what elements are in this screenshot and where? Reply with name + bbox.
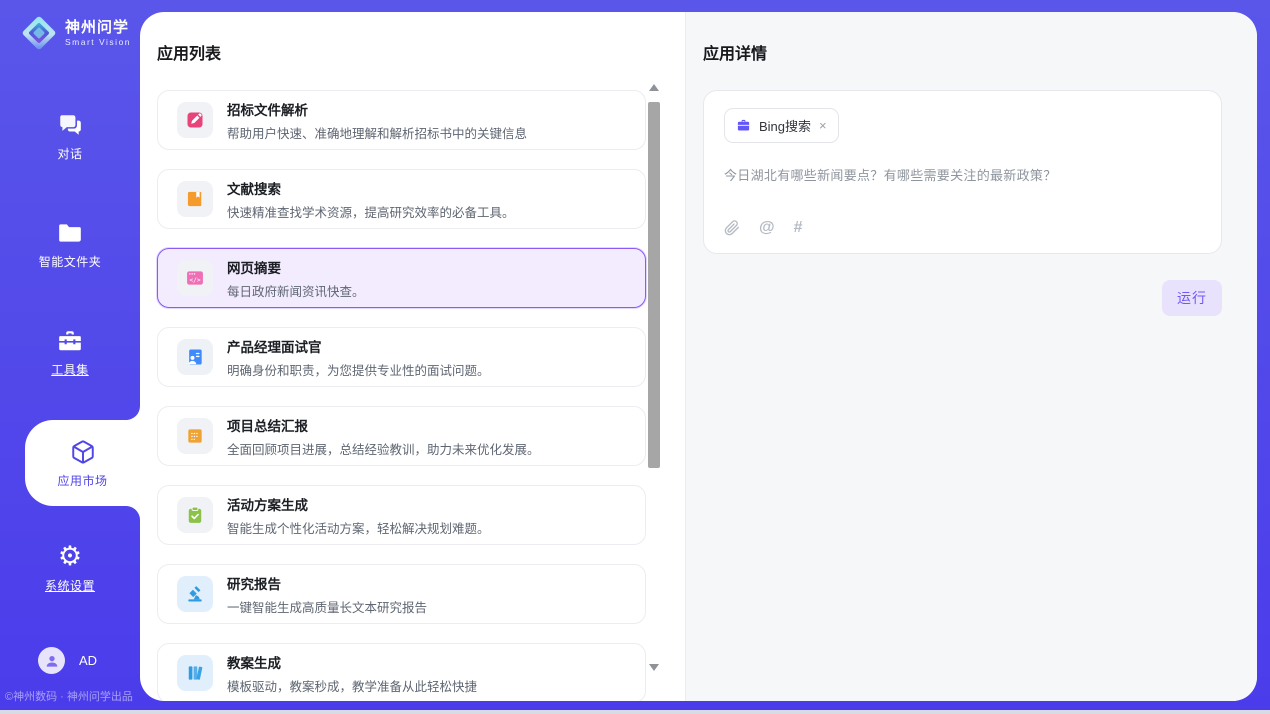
sidebar-item-label: 智能文件夹 (39, 253, 102, 270)
brand-logo: 神州问学 Smart Vision (0, 0, 140, 52)
toolbox-icon (56, 327, 84, 355)
app-name: 项目总结汇报 (227, 415, 540, 435)
sidebar-nav: 对话 智能文件夹 工具集 应用市场 ⚙ 系统设置 (0, 96, 140, 636)
app-name: 教案生成 (227, 652, 477, 672)
hash-icon[interactable]: # (794, 219, 803, 237)
scrollbar[interactable] (648, 80, 661, 675)
app-name: 网页摘要 (227, 257, 365, 277)
chat-icon (56, 111, 84, 139)
scroll-up-icon[interactable] (649, 84, 659, 91)
app-list-title: 应用列表 (157, 40, 685, 64)
app-icon-tile (177, 418, 213, 454)
folder-icon (56, 219, 84, 247)
at-icon[interactable]: @ (759, 219, 775, 237)
app-icon-tile (177, 102, 213, 138)
app-name: 活动方案生成 (227, 494, 490, 514)
svg-text:</>: </> (189, 277, 201, 284)
sidebar-item[interactable]: 工具集 (0, 312, 140, 392)
app-list-pane: 应用列表 招标文件解析 帮助用户快速、准确地理解和解析招标书中的关键信息 (140, 12, 685, 701)
app-description: 一键智能生成高质量长文本研究报告 (227, 597, 427, 616)
sidebar-item[interactable]: 智能文件夹 (0, 204, 140, 284)
briefcase-icon (736, 118, 751, 133)
tool-tag-bing-search[interactable]: Bing搜索 × (724, 108, 839, 143)
app-description: 帮助用户快速、准确地理解和解析招标书中的关键信息 (227, 123, 527, 142)
app-description: 每日政府新闻资讯快查。 (227, 281, 365, 300)
user-name: AD (79, 653, 97, 668)
clipboard-check-icon (185, 505, 205, 525)
app-description: 明确身份和职责，为您提供专业性的面试问题。 (227, 360, 490, 379)
sidebar-item[interactable]: ⚙ 系统设置 (0, 528, 140, 608)
run-button[interactable]: 运行 (1162, 280, 1222, 316)
books-icon (185, 663, 205, 683)
app-card[interactable]: 项目总结汇报 全面回顾项目进展，总结经验教训，助力未来优化发展。 (157, 406, 646, 466)
app-icon-tile (177, 655, 213, 691)
app-icon-tile (177, 497, 213, 533)
app-description: 模板驱动，教案秒成，教学准备从此轻松快捷 (227, 676, 477, 695)
app-card[interactable]: 教案生成 模板驱动，教案秒成，教学准备从此轻松快捷 (157, 643, 646, 701)
app-card[interactable]: 研究报告 一键智能生成高质量长文本研究报告 (157, 564, 646, 624)
copyright-text: ©神州数码 · 神州问学出品 (5, 688, 133, 704)
app-icon-tile: </> (177, 260, 213, 296)
brand-tagline: Smart Vision (65, 37, 131, 47)
note-icon (185, 426, 205, 446)
app-detail-title: 应用详情 (703, 40, 1222, 64)
sidebar-item[interactable]: 应用市场 (25, 420, 140, 506)
app-icon-tile (177, 339, 213, 375)
app-name: 招标文件解析 (227, 99, 527, 119)
app-name: 研究报告 (227, 573, 427, 593)
sidebar: 神州问学 Smart Vision 对话 智能文件夹 工具集 应用市场 ⚙ 系统… (0, 0, 140, 714)
scrollbar-thumb[interactable] (648, 102, 660, 468)
paperclip-icon[interactable] (724, 220, 740, 236)
app-description: 快速精准查找学术资源，提高研究效率的必备工具。 (227, 202, 515, 221)
cube-icon (69, 438, 97, 466)
book-icon (185, 189, 205, 209)
diamond-logo-icon (20, 14, 58, 52)
attachment-toolbar: @ # (724, 219, 803, 237)
app-card[interactable]: </> 网页摘要 每日政府新闻资讯快查。 (157, 248, 646, 308)
gear-icon: ⚙ (56, 543, 84, 571)
app-detail-pane: 应用详情 Bing搜索 × 今日湖北有哪些新闻要点？有哪些需要关注的最新政策？ … (685, 12, 1257, 701)
sidebar-item[interactable]: 对话 (0, 96, 140, 176)
app-card[interactable]: 活动方案生成 智能生成个性化活动方案，轻松解决规划难题。 (157, 485, 646, 545)
prompt-card[interactable]: Bing搜索 × 今日湖北有哪些新闻要点？有哪些需要关注的最新政策？ @ # (703, 90, 1222, 254)
tool-tag-label: Bing搜索 (759, 116, 811, 135)
microscope-icon (185, 584, 205, 604)
app-description: 智能生成个性化活动方案，轻松解决规划难题。 (227, 518, 490, 537)
app-name: 文献搜索 (227, 178, 515, 198)
sidebar-item-label: 应用市场 (57, 472, 107, 489)
user-icon (44, 653, 60, 669)
bottom-strip (0, 710, 1270, 714)
sidebar-item-label: 系统设置 (45, 577, 95, 594)
sidebar-item-label: 工具集 (51, 361, 89, 378)
brand-name: 神州问学 (65, 19, 131, 36)
doc-edit-icon (185, 110, 205, 130)
app-name: 产品经理面试官 (227, 336, 490, 356)
scroll-down-icon[interactable] (649, 664, 659, 671)
main-panel: 应用列表 招标文件解析 帮助用户快速、准确地理解和解析招标书中的关键信息 (140, 12, 1257, 701)
browser-code-icon: </> (185, 268, 205, 288)
close-icon[interactable]: × (819, 119, 827, 132)
avatar[interactable] (38, 647, 65, 674)
app-description: 全面回顾项目进展，总结经验教训，助力未来优化发展。 (227, 439, 540, 458)
app-icon-tile (177, 181, 213, 217)
app-card[interactable]: 文献搜索 快速精准查找学术资源，提高研究效率的必备工具。 (157, 169, 646, 229)
app-card-list: 招标文件解析 帮助用户快速、准确地理解和解析招标书中的关键信息 文献搜索 快速精… (157, 90, 646, 701)
app-icon-tile (177, 576, 213, 612)
user-account[interactable]: AD (38, 647, 97, 674)
sidebar-item-label: 对话 (57, 145, 82, 162)
app-card[interactable]: 招标文件解析 帮助用户快速、准确地理解和解析招标书中的关键信息 (157, 90, 646, 150)
prompt-text[interactable]: 今日湖北有哪些新闻要点？有哪些需要关注的最新政策？ (724, 165, 1201, 184)
app-card[interactable]: 产品经理面试官 明确身份和职责，为您提供专业性的面试问题。 (157, 327, 646, 387)
interview-icon (185, 347, 205, 367)
